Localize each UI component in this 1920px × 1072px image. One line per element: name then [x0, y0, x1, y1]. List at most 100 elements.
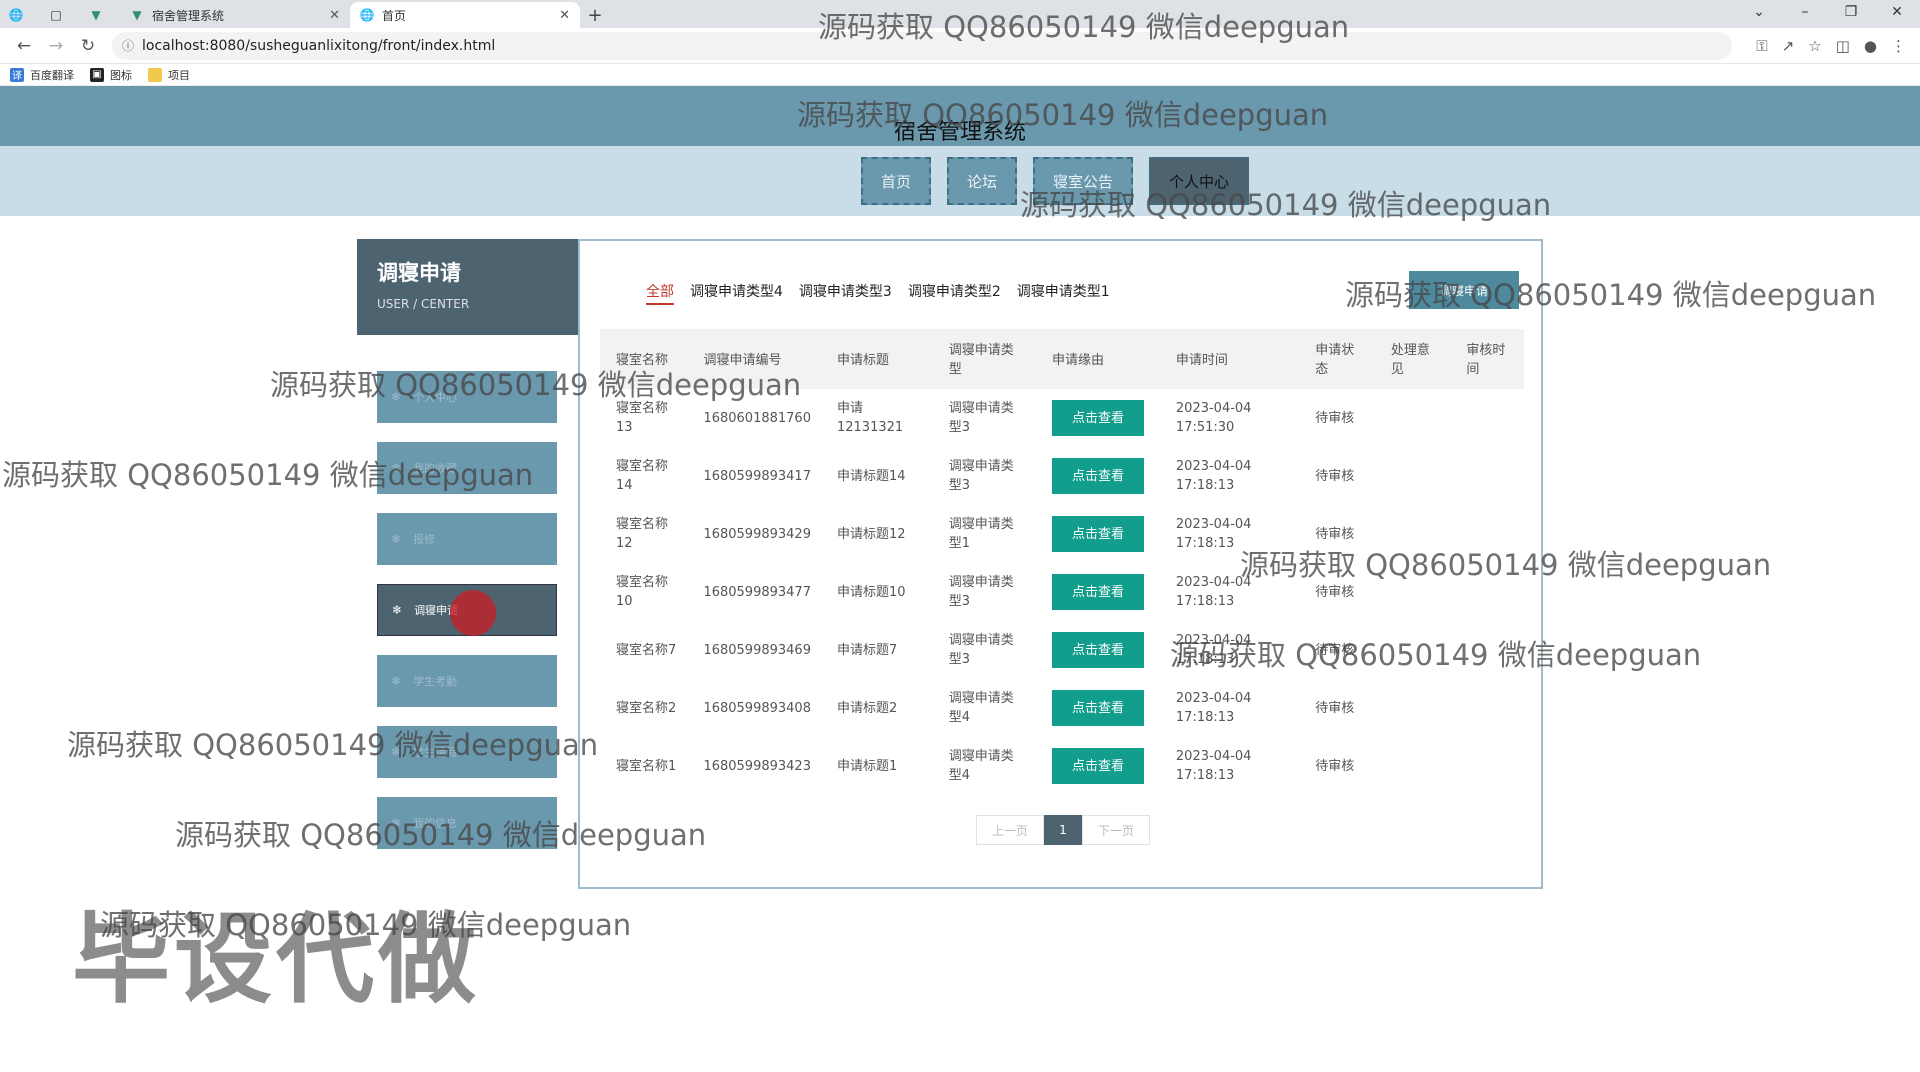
url-text: localhost:8080/susheguanlixitong/front/i… — [142, 37, 496, 54]
type-cell: 调寝申请类型4 — [948, 749, 1014, 783]
site-title: 宿舍管理系统 — [893, 120, 1026, 145]
back-button[interactable]: ← — [8, 36, 40, 56]
nav-user-center[interactable]: 个人中心 — [1149, 157, 1250, 205]
sidebar-item-label: 学生考勤 — [413, 675, 458, 688]
nav-notice[interactable]: 寝室公告 — [1033, 157, 1134, 205]
opinion-cell — [1375, 505, 1451, 563]
bookmark-item[interactable]: 译 百度翻译 — [10, 67, 74, 83]
translate-icon: 译 — [10, 67, 24, 82]
review-time-cell — [1450, 679, 1524, 737]
next-page-button[interactable]: 下一页 — [1082, 815, 1150, 845]
time-cell: 2023-04-04 17:18:13 — [1175, 749, 1252, 783]
prev-page-button[interactable]: 上一页 — [976, 815, 1044, 845]
room-cell: 寝室名称7 — [616, 642, 677, 658]
sidebar-item-repair[interactable]: ❄ 报修 — [377, 513, 557, 565]
bookmark-item[interactable]: ▣ 图标 — [90, 67, 132, 83]
time-cell: 2023-04-04 17:18:13 — [1175, 575, 1252, 609]
page-number-current[interactable]: 1 — [1044, 815, 1082, 845]
sidebar-item-label: 我的收藏 — [413, 462, 458, 475]
opinion-cell — [1375, 679, 1451, 737]
bookmark-item[interactable]: ​ 项目 — [148, 67, 190, 83]
table-row: 寝室名称2 1680599893408 申请标题2 调寝申请类型4 点击查看 2023-0… — [600, 679, 1524, 737]
image-icon: ▣ — [90, 67, 104, 82]
col-header: 处理意见 — [1390, 343, 1430, 377]
table-row: 寝室名称10 1680599893477 申请标题10 调寝申请类型3 点击查看 2023… — [600, 563, 1524, 621]
opinion-cell — [1375, 389, 1451, 447]
application-no-cell: 1680599893469 — [703, 642, 811, 658]
col-header: 审核时间 — [1466, 343, 1506, 377]
menu-icon[interactable]: ⋮ — [1891, 37, 1906, 55]
status-cell: 待审核 — [1315, 410, 1355, 426]
minimize-button[interactable]: – — [1782, 0, 1828, 28]
reason-cell: 点击查看 — [1036, 737, 1160, 795]
pinned-tab[interactable]: 🌐 — [0, 2, 40, 28]
url-field[interactable]: ⓘ localhost:8080/susheguanlixitong/front… — [112, 31, 1732, 60]
sidebar-item-attendance[interactable]: ❄ 学生考勤 — [377, 655, 557, 707]
view-reason-button[interactable]: 点击查看 — [1051, 748, 1144, 784]
sidebar-header: 调寝申请 USER / CENTER — [357, 239, 579, 335]
sidepanel-icon[interactable]: ◫ — [1836, 37, 1850, 55]
view-reason-button[interactable]: 点击查看 — [1051, 574, 1144, 610]
filter-all[interactable]: 全部 — [646, 281, 674, 305]
snowflake-icon: ❄ — [391, 532, 402, 546]
sidebar-item-leave[interactable]: ❄ 学生请假 — [377, 726, 557, 778]
nav-forum[interactable]: 论坛 — [946, 157, 1017, 205]
room-cell: 寝室名称2 — [616, 700, 677, 716]
browser-tab-bar: 🌐 □ ▼ ▼ 宿舍管理系统 ✕ 🌐 首页 ✕ + ⌄ – ❐ ✕ — [0, 0, 1920, 28]
filter-type4[interactable]: 调寝申请类型4 — [690, 281, 783, 305]
col-header: 申请缘由 — [1051, 352, 1104, 368]
close-icon[interactable]: ✕ — [559, 8, 570, 23]
type-cell: 调寝申请类型3 — [948, 401, 1014, 435]
status-cell: 待审核 — [1315, 642, 1355, 658]
table-row: 寝室名称1 1680599893423 申请标题1 调寝申请类型4 点击查看 2023-0… — [600, 737, 1524, 795]
filter-type3[interactable]: 调寝申请类型3 — [799, 281, 892, 305]
type-filter-tabs: 全部 调寝申请类型4 调寝申请类型3 调寝申请类型2 调寝申请类型1 — [646, 281, 1110, 305]
pinned-tab[interactable]: ▼ — [80, 2, 120, 28]
nav-home[interactable]: 首页 — [860, 157, 931, 205]
title-cell: 申请标题14 — [836, 468, 906, 484]
table-row: 寝室名称12 1680599893429 申请标题12 调寝申请类型1 点击查看 2023… — [600, 505, 1524, 563]
view-reason-button[interactable]: 点击查看 — [1051, 400, 1144, 436]
table-header-row: 寝室名称 调寝申请编号 申请标题 调寝申请类型 申请缘由 申请时间 申请状态 处… — [600, 329, 1524, 389]
sidebar-heading: 调寝申请 — [377, 261, 461, 285]
filter-type1[interactable]: 调寝申请类型1 — [1017, 281, 1110, 305]
browser-tab[interactable]: ▼ 宿舍管理系统 ✕ — [120, 2, 350, 28]
chevron-down-icon[interactable]: ⌄ — [1736, 0, 1782, 28]
view-reason-button[interactable]: 点击查看 — [1051, 516, 1144, 552]
browser-tab-active[interactable]: 🌐 首页 ✕ — [350, 2, 580, 28]
time-cell: 2023-04-04 17:18:13 — [1175, 517, 1252, 551]
profile-icon[interactable]: ● — [1864, 37, 1877, 55]
status-cell: 待审核 — [1315, 758, 1355, 774]
view-reason-button[interactable]: 点击查看 — [1051, 632, 1144, 668]
reason-cell: 点击查看 — [1036, 447, 1160, 505]
sidebar-item-label: 学生请假 — [413, 746, 458, 759]
opinion-cell — [1375, 737, 1451, 795]
key-icon[interactable]: ⚿ — [1756, 37, 1767, 55]
close-icon[interactable]: ✕ — [329, 8, 340, 23]
filter-type2[interactable]: 调寝申请类型2 — [908, 281, 1001, 305]
restore-button[interactable]: ❐ — [1828, 0, 1874, 28]
pinned-tab[interactable]: □ — [40, 2, 80, 28]
star-icon[interactable]: ☆ — [1808, 37, 1821, 55]
forward-button[interactable]: → — [40, 36, 72, 56]
apply-transfer-button[interactable]: 调寝申请 — [1409, 271, 1519, 309]
reload-button[interactable]: ↻ — [72, 36, 104, 56]
room-cell: 寝室名称10 — [616, 575, 669, 609]
new-tab-button[interactable]: + — [580, 2, 610, 28]
share-icon[interactable]: ↗ — [1782, 37, 1795, 55]
view-reason-button[interactable]: 点击查看 — [1051, 690, 1144, 726]
review-time-cell — [1450, 621, 1524, 679]
site-header: 宿舍管理系统 — [0, 86, 1920, 146]
info-icon[interactable]: ⓘ — [122, 37, 134, 54]
folder-icon: ​ — [148, 67, 162, 82]
application-no-cell: 1680599893429 — [703, 526, 811, 542]
view-reason-button[interactable]: 点击查看 — [1051, 458, 1144, 494]
close-window-button[interactable]: ✕ — [1874, 0, 1920, 28]
sidebar-item-info[interactable]: ❄ 我的信息 — [377, 797, 557, 849]
sidebar-item-profile[interactable]: ❄ 个人中心 — [377, 371, 557, 423]
room-cell: 寝室名称13 — [616, 401, 669, 435]
snowflake-icon: ❄ — [391, 390, 402, 404]
bookmark-label: 图标 — [110, 68, 132, 82]
sidebar-item-favorites[interactable]: ❄ 我的收藏 — [377, 442, 557, 494]
page-icon: □ — [50, 8, 62, 22]
